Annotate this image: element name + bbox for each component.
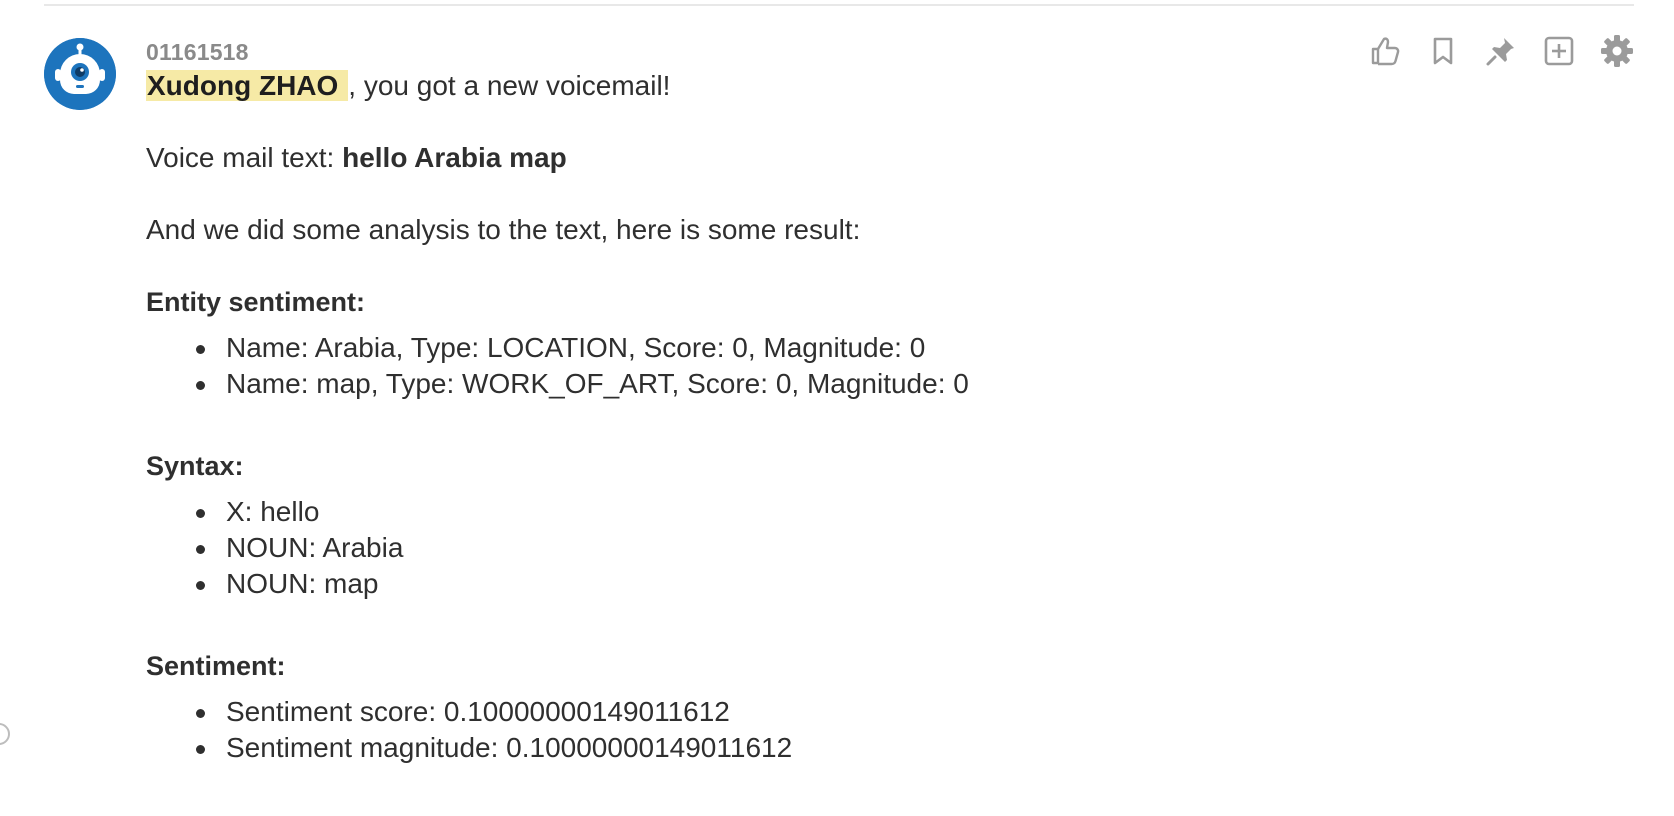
gear-icon	[1601, 35, 1633, 67]
list-item: Sentiment score: 0.10000000149011612	[146, 694, 1346, 730]
list-item: Sentiment magnitude: 0.10000000149011612	[146, 730, 1346, 766]
chat-page: 01161518 Xudong ZHAO, you got a new voic…	[0, 0, 1674, 816]
entity-sentiment-heading: Entity sentiment:	[146, 287, 366, 317]
voicemail-text-line: Voice mail text: hello Arabia map	[146, 140, 1346, 176]
list-item: NOUN: map	[146, 566, 1346, 602]
list-item: Name: map, Type: WORK_OF_ART, Score: 0, …	[146, 366, 1346, 402]
greeting-line: Xudong ZHAO, you got a new voicemail!	[146, 68, 1346, 104]
list-item: X: hello	[146, 494, 1346, 530]
list-item: NOUN: Arabia	[146, 530, 1346, 566]
pin-button[interactable]	[1482, 32, 1520, 70]
pin-icon	[1486, 38, 1514, 66]
greeting-text: , you got a new voicemail!	[348, 70, 671, 101]
sentiment-heading: Sentiment:	[146, 651, 286, 681]
bookmark-icon	[1433, 37, 1453, 65]
sentiment-list: Sentiment score: 0.10000000149011612 Sen…	[146, 694, 1346, 766]
syntax-heading: Syntax:	[146, 451, 244, 481]
entity-sentiment-list: Name: Arabia, Type: LOCATION, Score: 0, …	[146, 330, 1346, 402]
voicemail-transcript: hello Arabia map	[342, 142, 567, 173]
robot-icon	[44, 38, 116, 110]
sender-name[interactable]: 01161518	[146, 36, 1346, 68]
settings-button[interactable]	[1598, 32, 1636, 70]
analysis-intro: And we did some analysis to the text, he…	[146, 214, 861, 245]
bot-avatar[interactable]	[44, 38, 116, 110]
scroll-handle[interactable]	[0, 723, 10, 745]
like-button[interactable]	[1366, 32, 1404, 70]
thumbs-up-icon	[1371, 37, 1400, 66]
bookmark-button[interactable]	[1424, 32, 1462, 70]
voicemail-label: Voice mail text:	[146, 142, 343, 173]
voicemail-message: 01161518 Xudong ZHAO, you got a new voic…	[146, 36, 1346, 766]
list-item: Name: Arabia, Type: LOCATION, Score: 0, …	[146, 330, 1346, 366]
divider	[44, 4, 1634, 6]
syntax-list: X: hello NOUN: Arabia NOUN: map	[146, 494, 1346, 602]
message-actions	[1366, 32, 1636, 70]
add-reaction-button[interactable]	[1540, 32, 1578, 70]
add-square-icon	[1544, 36, 1574, 66]
user-mention[interactable]: Xudong ZHAO	[146, 70, 349, 101]
